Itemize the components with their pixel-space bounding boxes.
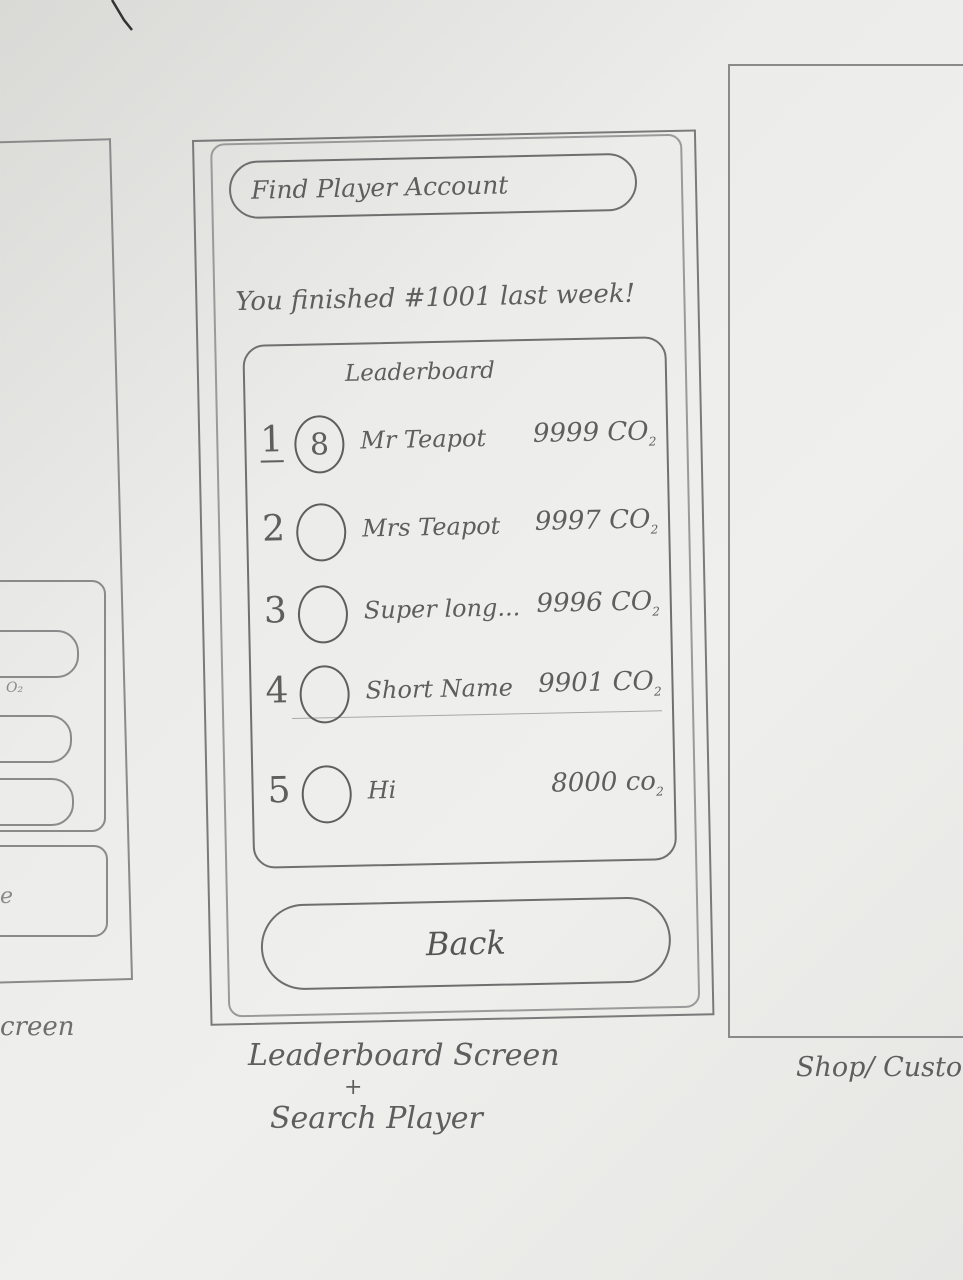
left-sketch-button bbox=[0, 845, 108, 937]
phone-screen: Find Player Account You finished #1001 l… bbox=[210, 133, 701, 1018]
row-rank: 1 bbox=[259, 419, 284, 463]
left-sketch-pill bbox=[0, 630, 79, 678]
player-name: Mr Teapot bbox=[360, 423, 487, 455]
last-week-rank-message: You finished #1001 last week! bbox=[235, 278, 636, 318]
left-sketch-unit: O₂ bbox=[6, 680, 24, 696]
leaderboard-panel: Leaderboard 1 8 Mr Teapot 9999 CO2 2 Mrs… bbox=[242, 336, 678, 869]
left-sketch-pill bbox=[0, 715, 72, 763]
player-name: Mrs Teapot bbox=[361, 511, 501, 543]
caption-plus: + bbox=[344, 1074, 363, 1100]
leaderboard-phone-frame: Find Player Account You finished #1001 l… bbox=[192, 129, 715, 1026]
player-score: 8000 co2 bbox=[550, 766, 664, 799]
leaderboard-title: Leaderboard bbox=[344, 357, 496, 387]
left-sketch-letter: e bbox=[0, 884, 14, 909]
player-score: 9901 CO2 bbox=[537, 666, 662, 699]
leaderboard-row[interactable]: 2 Mrs Teapot 9997 CO2 bbox=[257, 488, 658, 566]
leaderboard-row[interactable]: 1 8 Mr Teapot 9999 CO2 bbox=[256, 400, 657, 478]
player-avatar bbox=[295, 502, 347, 562]
find-player-search-input[interactable]: Find Player Account bbox=[228, 152, 638, 220]
row-rank: 3 bbox=[263, 590, 288, 632]
player-name: Super long... bbox=[363, 593, 521, 625]
pencil-stroke-icon bbox=[110, 0, 133, 31]
player-name: Hi bbox=[367, 775, 397, 805]
player-avatar bbox=[297, 584, 349, 644]
left-sketch-caption: creen bbox=[0, 1012, 75, 1042]
search-placeholder: Find Player Account bbox=[250, 169, 509, 205]
player-score: 9999 CO2 bbox=[532, 416, 657, 449]
leaderboard-row[interactable]: 5 Hi 8000 co2 bbox=[263, 750, 664, 828]
left-sketch-pill bbox=[0, 778, 74, 826]
row-rank: 5 bbox=[267, 770, 291, 812]
row-rank: 2 bbox=[261, 508, 286, 550]
player-score: 9996 CO2 bbox=[536, 586, 661, 619]
row-rank: 4 bbox=[265, 670, 289, 712]
player-avatar bbox=[299, 664, 351, 724]
right-sketch-caption: Shop/ Custo bbox=[796, 1052, 963, 1083]
leaderboard-row[interactable]: 3 Super long... 9996 CO2 bbox=[259, 570, 660, 648]
player-avatar bbox=[301, 764, 353, 824]
player-name: Short Name bbox=[365, 673, 514, 705]
player-score: 9997 CO2 bbox=[534, 504, 659, 537]
right-sketch-frame bbox=[728, 64, 963, 1038]
screen-caption: Leaderboard Screen + Search Player bbox=[248, 1036, 628, 1139]
player-avatar: 8 bbox=[293, 414, 346, 474]
leaderboard-row[interactable]: 4 Short Name 9901 CO2 bbox=[261, 650, 662, 728]
back-button[interactable]: Back bbox=[260, 896, 672, 991]
caption-line-2: Search Player bbox=[270, 1100, 483, 1136]
caption-line-1: Leaderboard Screen bbox=[248, 1038, 560, 1073]
